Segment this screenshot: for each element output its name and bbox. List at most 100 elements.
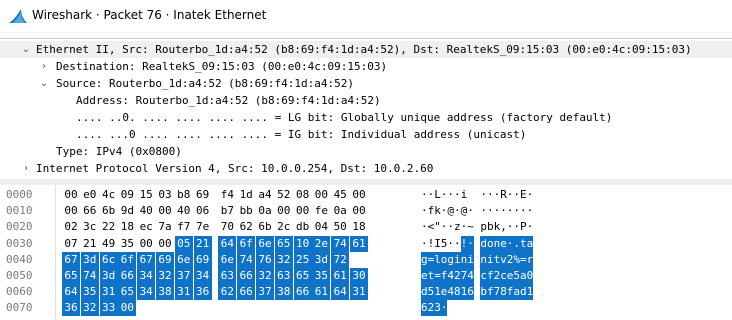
ascii-char[interactable]: 7 <box>460 268 467 284</box>
hex-byte[interactable]: 6e <box>218 251 237 268</box>
ascii-char[interactable]: = <box>427 251 434 268</box>
ascii-char[interactable]: g <box>447 251 454 268</box>
hex-byte[interactable]: 00 <box>156 203 174 219</box>
hex-byte[interactable]: 7a <box>156 219 174 235</box>
hex-byte[interactable]: 37 <box>174 268 193 284</box>
hex-byte[interactable]: 6e <box>174 251 193 268</box>
ascii-char[interactable]: c <box>480 268 487 284</box>
hex-byte[interactable]: 00 <box>62 187 80 203</box>
hex-byte[interactable]: bb <box>237 203 255 219</box>
ascii-char[interactable]: 1 <box>460 284 467 301</box>
hex-byte[interactable]: 05 <box>174 235 193 252</box>
hex-byte[interactable]: 6c <box>99 251 118 268</box>
ascii-char[interactable]: 2 <box>427 300 434 317</box>
ascii-char[interactable]: 3 <box>434 300 441 317</box>
ascii-char[interactable]: ~ <box>467 219 474 235</box>
hex-byte[interactable]: 32 <box>274 251 293 268</box>
collapse-arrow-icon[interactable]: ⌄ <box>20 41 32 58</box>
ascii-char[interactable]: I <box>434 236 441 252</box>
ascii-char[interactable]: , <box>500 219 507 235</box>
ascii-char[interactable]: t <box>493 251 500 268</box>
hex-byte[interactable]: b7 <box>218 203 236 219</box>
hex-byte[interactable]: e0 <box>81 187 99 203</box>
ascii-char[interactable]: 8 <box>454 284 461 301</box>
ascii-char[interactable]: · <box>527 187 534 203</box>
ascii-char[interactable]: @ <box>447 203 454 219</box>
ascii-char[interactable]: · <box>447 219 454 235</box>
hex-byte[interactable]: 69 <box>193 251 212 268</box>
hex-byte[interactable]: 74 <box>331 235 350 252</box>
ascii-char[interactable]: @ <box>461 203 468 219</box>
ascii-char[interactable]: b <box>487 219 494 235</box>
hex-byte[interactable]: 09 <box>118 187 136 203</box>
ascii-char[interactable]: 5 <box>441 236 448 252</box>
ascii-char[interactable]: · <box>494 203 501 219</box>
hex-byte[interactable]: 66 <box>237 268 256 284</box>
hex-byte[interactable]: 64 <box>331 284 350 301</box>
hex-byte[interactable]: 07 <box>62 236 80 252</box>
ascii-char[interactable]: P <box>520 219 527 235</box>
ascii-char[interactable]: v <box>500 251 507 268</box>
ascii-char[interactable]: · <box>513 187 520 203</box>
hex-byte[interactable]: 67 <box>62 251 80 268</box>
ascii-char[interactable]: · <box>527 219 534 235</box>
hex-byte[interactable]: 65 <box>274 235 293 252</box>
ascii-char[interactable]: 2 <box>454 268 461 284</box>
ascii-char[interactable]: L <box>434 187 441 203</box>
collapse-arrow-icon[interactable]: ⌄ <box>38 75 50 92</box>
hex-byte[interactable]: 3d <box>312 251 331 268</box>
ascii-char[interactable]: 7 <box>493 284 500 301</box>
ascii-char[interactable]: " <box>434 219 441 235</box>
ascii-char[interactable]: · <box>421 236 428 252</box>
hex-byte[interactable]: 61 <box>331 268 350 284</box>
hex-byte[interactable]: 31 <box>174 284 193 301</box>
hex-byte[interactable]: 67 <box>137 251 156 268</box>
ascii-char[interactable]: · <box>447 187 454 203</box>
ascii-char[interactable]: n <box>480 251 487 268</box>
hex-byte[interactable]: 50 <box>331 219 349 235</box>
ascii-char[interactable]: · <box>454 236 461 252</box>
ascii-char[interactable]: · <box>421 203 428 219</box>
hex-byte[interactable]: 00 <box>294 203 312 219</box>
hex-row[interactable]: 0000 00 e0 4c 09 15 03 b8 69 f4 1d a4 52 08 00 45 00 · · L ·… <box>0 187 732 203</box>
ascii-char[interactable]: f <box>428 203 435 219</box>
tree-item-address[interactable]: Address: Routerbo_1d:a4:52 (b8:69:f4:1d:… <box>0 92 732 109</box>
hex-byte[interactable]: 69 <box>156 251 174 268</box>
ascii-char[interactable]: · <box>487 187 494 203</box>
hex-byte[interactable]: 32 <box>156 268 174 284</box>
hex-row[interactable]: 0050 65 74 3d 66 34 32 37 34 63 66 32 63 65 35 61 30 e t = f… <box>0 268 732 284</box>
hex-byte[interactable]: 00 <box>312 187 330 203</box>
hex-byte[interactable]: 70 <box>218 219 236 235</box>
hex-byte[interactable]: 74 <box>237 251 256 268</box>
ascii-char[interactable]: k <box>494 219 501 235</box>
hex-byte[interactable]: f4 <box>218 187 236 203</box>
ascii-char[interactable]: f <box>440 268 447 284</box>
hex-byte[interactable]: 40 <box>175 203 193 219</box>
hex-byte[interactable]: 45 <box>331 187 349 203</box>
hex-byte[interactable]: 63 <box>218 268 237 284</box>
ascii-char[interactable]: n <box>493 235 500 252</box>
tree-item-ethernet[interactable]: ⌄ Ethernet II, Src: Routerbo_1d:a4:52 (b… <box>0 41 732 58</box>
ascii-char[interactable]: i <box>467 251 474 268</box>
ascii-char[interactable]: 1 <box>434 284 441 301</box>
hex-byte[interactable]: 31 <box>350 284 368 301</box>
ascii-char[interactable]: e <box>506 268 513 284</box>
hex-byte[interactable]: 00 <box>118 300 137 317</box>
ascii-char[interactable]: = <box>520 251 527 268</box>
hex-byte[interactable]: 32 <box>80 300 99 317</box>
hex-byte[interactable]: 36 <box>62 300 80 317</box>
ascii-char[interactable]: 2 <box>493 268 500 284</box>
ascii-char[interactable]: z <box>454 219 461 235</box>
ascii-char[interactable]: e <box>421 268 428 284</box>
hex-byte[interactable]: 65 <box>118 284 137 301</box>
hex-row[interactable]: 0070 36 32 33 00 6 2 3 · <box>0 300 732 317</box>
ascii-char[interactable]: d <box>480 235 487 252</box>
ascii-char[interactable]: R <box>500 187 507 203</box>
hex-byte[interactable]: 72 <box>331 251 350 268</box>
ascii-char[interactable]: · <box>507 219 514 235</box>
ascii-char[interactable]: · <box>461 219 468 235</box>
ascii-char[interactable]: k <box>434 203 441 219</box>
hex-byte[interactable]: 32 <box>256 268 274 284</box>
hex-byte[interactable]: 04 <box>312 219 330 235</box>
ascii-char[interactable]: 6 <box>421 300 428 317</box>
